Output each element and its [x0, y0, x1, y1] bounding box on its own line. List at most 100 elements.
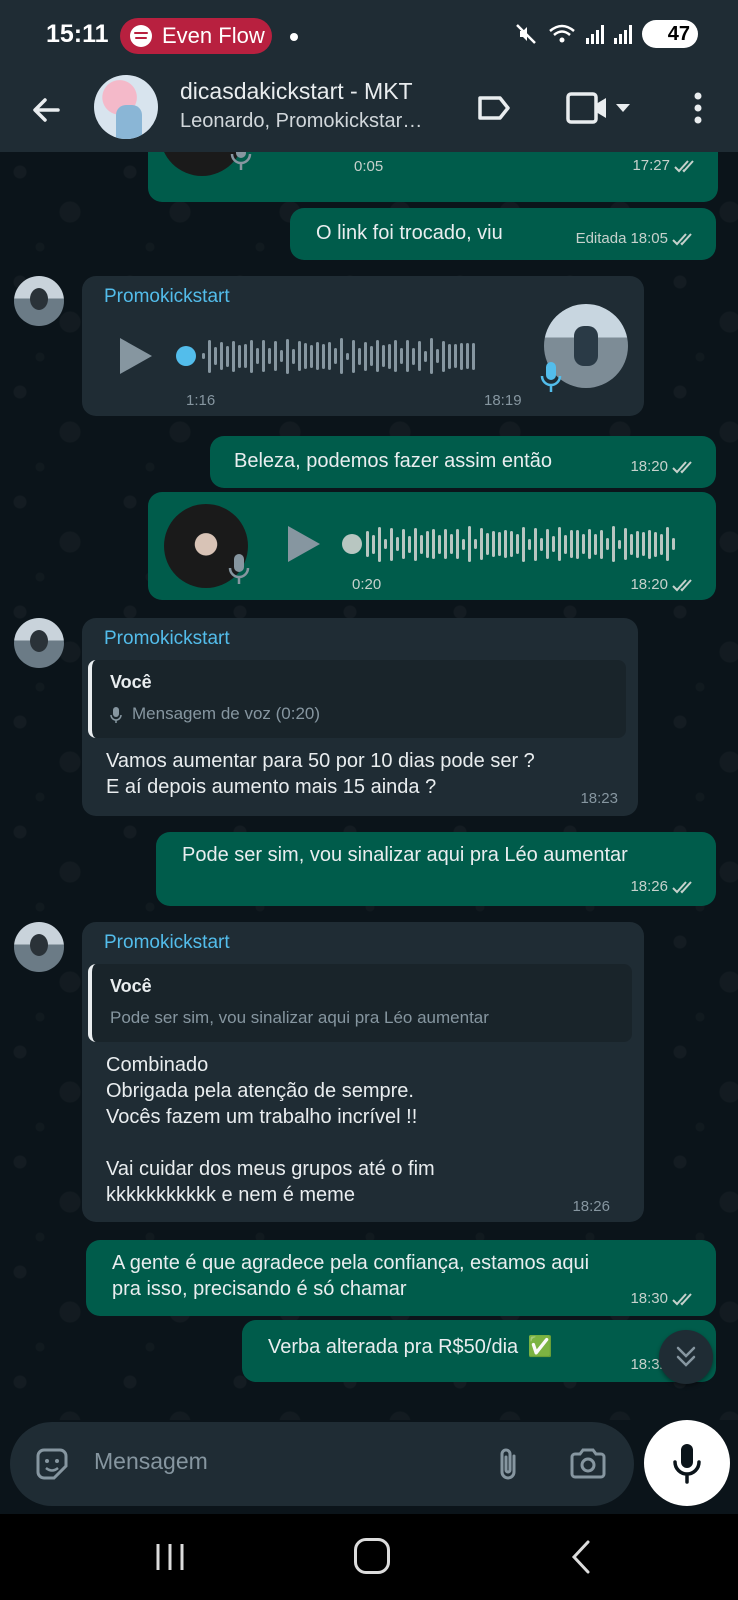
message-outgoing[interactable]: Beleza, podemos fazer assim então 18:20 [210, 436, 716, 488]
quoted-message[interactable]: Você Pode ser sim, vou sinalizar aqui pr… [88, 964, 632, 1042]
video-call-icon[interactable] [566, 88, 638, 128]
waveform-bar [630, 533, 633, 555]
message-meta: Editada 18:05 [576, 230, 698, 247]
waveform-bar [528, 538, 531, 550]
waveform-bar [366, 531, 369, 557]
status-icons: 47 [514, 20, 698, 48]
group-avatar[interactable] [94, 75, 158, 139]
sender-avatar[interactable] [14, 618, 64, 668]
waveform-bar [504, 530, 507, 558]
spotify-icon [130, 25, 152, 47]
waveform-bar [486, 533, 489, 555]
media-pill[interactable]: Even Flow [120, 18, 272, 54]
message-time: 18:19 [484, 392, 522, 409]
waveform-bar [322, 343, 325, 369]
message-text-line: Vocês fazem um trabalho incrível !! [106, 1106, 418, 1128]
waveform-bar [474, 539, 477, 549]
waveform-bar [510, 531, 513, 557]
playback-position-dot[interactable] [176, 346, 196, 366]
play-icon[interactable] [116, 336, 156, 376]
message-reply-incoming[interactable]: Promokickstart Você Pode ser sim, vou si… [82, 922, 644, 1222]
message-outgoing[interactable]: O link foi trocado, viu Editada 18:05 [290, 208, 716, 260]
waveform-bar [396, 537, 399, 551]
camera-icon[interactable] [568, 1444, 608, 1484]
sender-avatar[interactable] [14, 922, 64, 972]
waveform-bar [436, 349, 439, 363]
waveform-bar [244, 344, 247, 368]
arrow-left-icon[interactable] [26, 90, 66, 130]
voice-waveform[interactable] [366, 524, 675, 564]
waveform-bar [450, 534, 453, 554]
waveform-bar [274, 341, 277, 371]
chat-participants[interactable]: Leonardo, Promokickstar… [180, 110, 450, 133]
paperclip-icon[interactable] [488, 1444, 528, 1484]
message-text-line: Obrigada pela atenção de sempre. [106, 1080, 414, 1102]
waveform-bar [382, 345, 385, 367]
waveform-bar [418, 341, 421, 371]
check-emoji-icon: ✅ [527, 1336, 553, 1358]
waveform-bar [534, 527, 537, 561]
chat-title[interactable]: dicasdakickstart - MKT [180, 78, 413, 105]
waveform-bar [262, 340, 265, 372]
message-voice-incoming[interactable]: Promokickstart 1:16 18:19 [82, 276, 644, 416]
waveform-bar [666, 527, 669, 561]
voice-record-button[interactable] [644, 1420, 730, 1506]
play-icon[interactable] [284, 524, 324, 564]
waveform-bar [468, 526, 471, 562]
waveform-bar [370, 346, 373, 366]
sender-avatar[interactable] [14, 276, 64, 326]
message-reply-incoming[interactable]: Promokickstart Você Mensagem de voz (0:2… [82, 618, 638, 816]
read-ticks-icon [672, 1292, 692, 1305]
message-voice-outgoing[interactable]: 0:05 17:27 [148, 152, 718, 202]
home-icon[interactable] [354, 1538, 390, 1574]
voice-duration: 1:16 [186, 392, 216, 409]
waveform-bar [256, 348, 259, 364]
edited-label: Editada [575, 230, 627, 247]
message-outgoing[interactable]: Verba alterada pra R$50/dia ✅ 18:32 [242, 1320, 716, 1382]
message-time: 18:05 [630, 230, 668, 247]
waveform-bar [460, 342, 463, 370]
message-text-line: Vamos aumentar para 50 por 10 dias pode … [106, 750, 535, 772]
waveform-bar [606, 538, 609, 550]
quote-text: Pode ser sim, vou sinalizar aqui pra Léo… [110, 1008, 489, 1027]
message-voice-outgoing[interactable]: 0:20 18:20 [148, 492, 716, 600]
message-meta: 17:27 [632, 157, 700, 174]
waveform-bar [642, 532, 645, 556]
message-outgoing[interactable]: Pode ser sim, vou sinalizar aqui pra Léo… [156, 832, 716, 906]
read-ticks-icon [674, 159, 694, 172]
message-text: Pode ser sim, vou sinalizar aqui pra Léo… [182, 844, 628, 866]
waveform-bar [456, 529, 459, 559]
playback-position-dot[interactable] [342, 534, 362, 554]
message-outgoing[interactable]: A gente é que agradece pela confiança, e… [86, 1240, 716, 1316]
waveform-bar [654, 531, 657, 557]
back-nav-icon[interactable] [566, 1538, 596, 1576]
label-icon[interactable] [474, 88, 514, 128]
waveform-bar [636, 530, 639, 558]
waveform-bar [516, 534, 519, 554]
waveform-bar [462, 538, 465, 550]
waveform-bar [340, 338, 343, 374]
read-ticks-icon [672, 880, 692, 893]
sender-name: Promokickstart [104, 286, 230, 307]
message-text: O link foi trocado, viu [316, 222, 503, 244]
sender-name: Promokickstart [104, 628, 230, 649]
scroll-to-bottom-button[interactable] [659, 1330, 713, 1384]
quoted-message[interactable]: Você Mensagem de voz (0:20) [88, 660, 626, 738]
waveform-bar [498, 532, 501, 556]
message-input[interactable]: Mensagem [94, 1448, 208, 1475]
message-composer[interactable]: Mensagem [10, 1422, 634, 1506]
waveform-bar [594, 533, 597, 555]
waveform-bar [426, 530, 429, 558]
waveform-bar [672, 538, 675, 550]
chat-area[interactable]: 0:05 17:27 O link foi trocado, viu Edita… [0, 152, 738, 1420]
waveform-bar [618, 539, 621, 549]
waveform-bar [378, 526, 381, 562]
sticker-icon[interactable] [32, 1444, 72, 1484]
waveform-bar [358, 347, 361, 365]
waveform-bar [400, 348, 403, 364]
recent-apps-icon[interactable] [150, 1540, 190, 1574]
more-vertical-icon[interactable] [678, 88, 718, 128]
voice-waveform[interactable] [202, 336, 475, 376]
message-time: 18:23 [580, 790, 618, 807]
read-ticks-icon [672, 578, 692, 591]
